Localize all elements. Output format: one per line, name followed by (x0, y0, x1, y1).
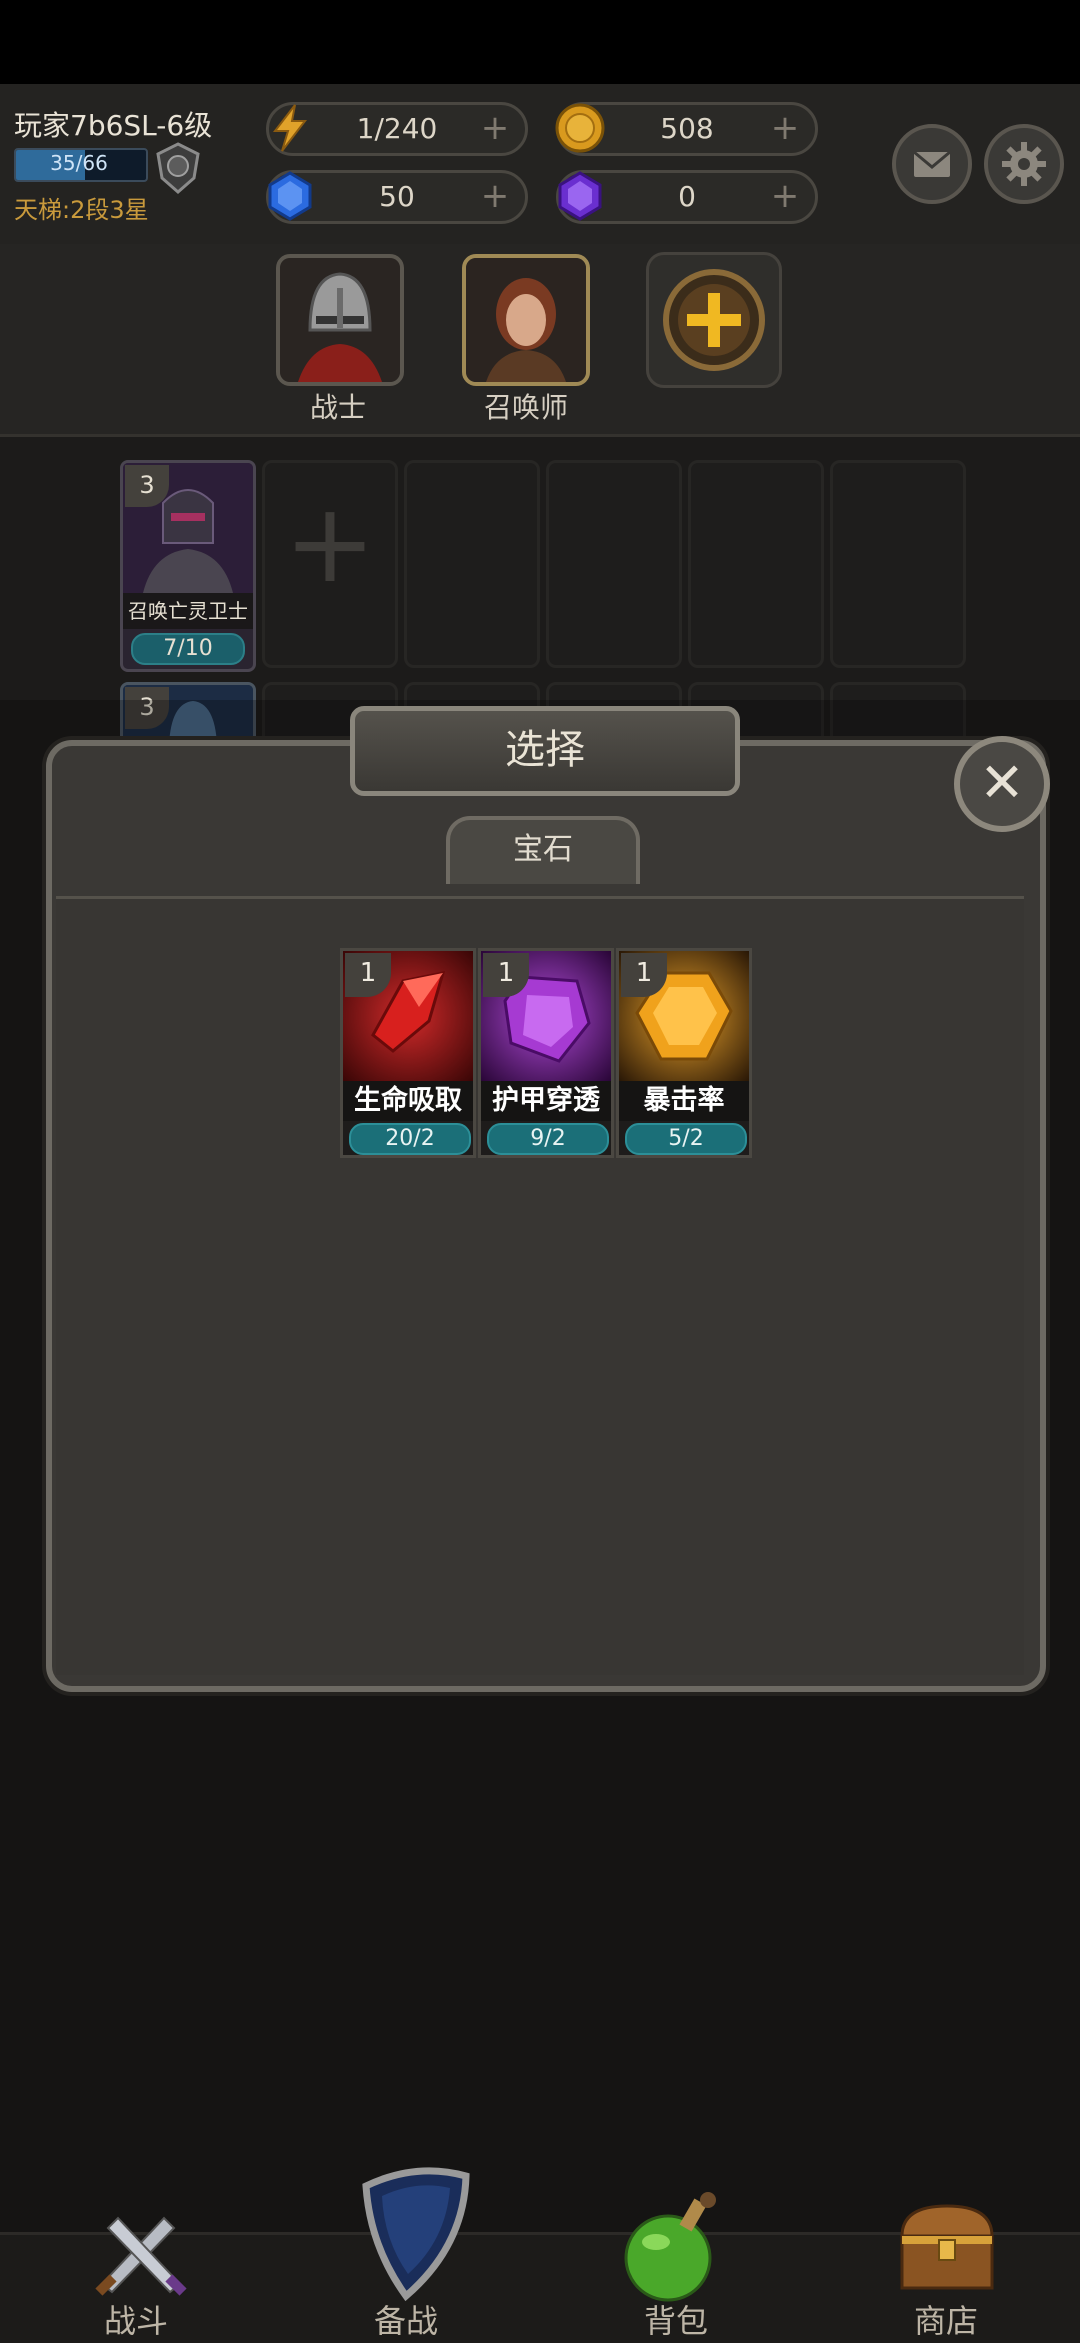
add-hero-slot[interactable] (646, 252, 782, 388)
nav-shop-button[interactable] (892, 2196, 1002, 2296)
nav-backpack-label[interactable]: 背包 (576, 2296, 776, 2342)
close-icon[interactable]: ✕ (954, 736, 1050, 832)
green-potion-icon (624, 2192, 716, 2302)
purple-gem-add-button[interactable]: + (767, 177, 803, 217)
gem-card-crit-rate[interactable]: 1 暴击率 5/2 (616, 948, 752, 1158)
blue-gem-icon (261, 167, 319, 225)
hero-warrior-portrait[interactable] (276, 254, 404, 386)
nav-battle-label[interactable]: 战斗 (36, 2296, 236, 2342)
gem-name: 护甲穿透 (481, 1081, 611, 1121)
skill-card-summon-undead[interactable]: 3 召唤亡灵卫士 7/10 (120, 460, 256, 672)
tab-gems-label[interactable]: 宝石 (446, 818, 640, 882)
nav-prepare-button[interactable] (346, 2156, 476, 2306)
mail-icon (913, 150, 951, 177)
xp-text: 35/66 (50, 151, 108, 175)
energy-counter: 1/240 + (266, 102, 528, 156)
gold-add-button[interactable]: + (767, 109, 803, 149)
purple-gem-counter: 0 + (556, 170, 818, 224)
skill-empty-slot (546, 460, 682, 668)
skill-level-badge: 3 (125, 465, 169, 507)
dialog-title: 选择 (505, 727, 585, 773)
gem-name: 生命吸取 (343, 1081, 473, 1121)
ladder-rank: 天梯:2段3星 (14, 196, 149, 224)
lightning-icon (261, 99, 319, 157)
rank-badge-icon[interactable] (148, 138, 208, 198)
mail-button[interactable] (892, 124, 972, 204)
coin-icon (551, 99, 609, 157)
gold-value: 508 (660, 112, 714, 145)
gem-count: 20/2 (349, 1123, 471, 1155)
gem-card-life-steal[interactable]: 1 生命吸取 20/2 (340, 948, 476, 1158)
gear-icon (1002, 142, 1046, 186)
crossed-swords-icon (95, 2216, 187, 2296)
add-hero-icon (663, 269, 765, 371)
nav-battle-button[interactable] (86, 2200, 196, 2300)
purple-gem-icon (551, 167, 609, 225)
hero-warrior-label: 战士 (309, 391, 366, 424)
energy-value: 1/240 (356, 112, 438, 145)
gem-name: 暴击率 (619, 1081, 749, 1121)
skill-add-slot[interactable]: + (262, 460, 398, 668)
hero-summoner-portrait[interactable] (462, 254, 590, 386)
purple-gem-value: 0 (678, 180, 696, 213)
gem-count: 9/2 (487, 1123, 609, 1155)
gem-card-armor-pen[interactable]: 1 护甲穿透 9/2 (478, 948, 614, 1158)
skill-empty-slot (830, 460, 966, 668)
hero-summoner-label: 召唤师 (483, 391, 568, 424)
blue-gem-add-button[interactable]: + (477, 177, 513, 217)
skill-count: 7/10 (131, 633, 245, 665)
gold-counter: 508 + (555, 102, 818, 156)
blue-gem-counter: 50 + (266, 170, 528, 224)
treasure-chest-icon (900, 2204, 994, 2290)
shield-icon (362, 2167, 470, 2302)
energy-add-button[interactable]: + (477, 109, 513, 149)
gem-count: 5/2 (625, 1123, 747, 1155)
skill-empty-slot (404, 460, 540, 668)
blue-gem-value: 50 (379, 180, 415, 213)
nav-backpack-button[interactable] (616, 2186, 736, 2306)
nav-prepare-label[interactable]: 备战 (306, 2296, 506, 2342)
skill-name: 召唤亡灵卫士 (123, 593, 253, 629)
status-bar (0, 0, 1080, 84)
add-skill-icon: + (283, 479, 377, 607)
settings-button[interactable] (984, 124, 1064, 204)
nav-shop-label[interactable]: 商店 (846, 2296, 1046, 2342)
skill-empty-slot (688, 460, 824, 668)
